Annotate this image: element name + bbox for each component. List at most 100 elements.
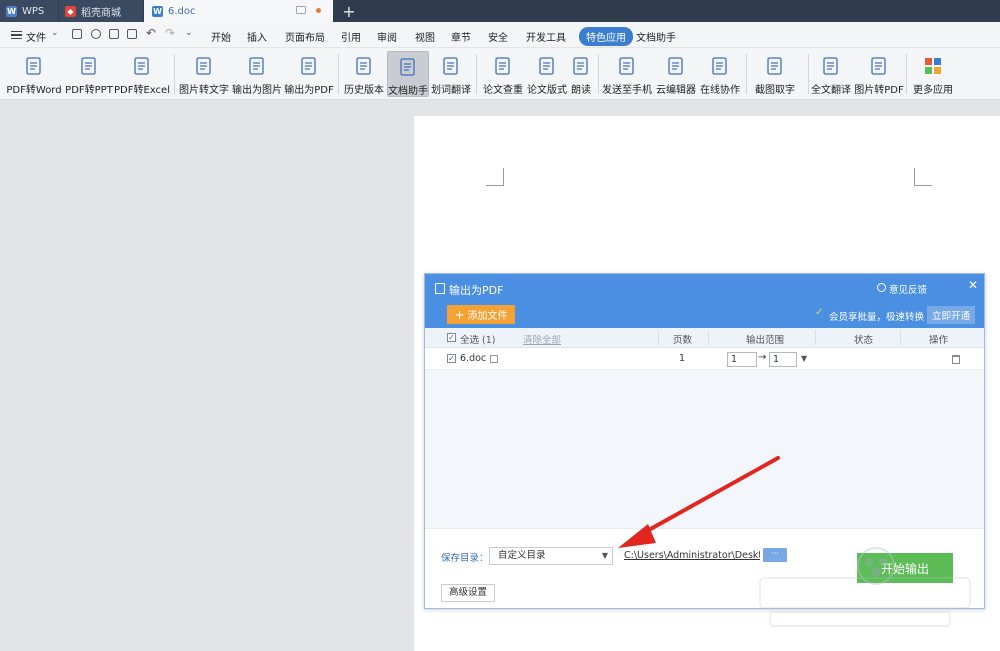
print-icon[interactable]: [109, 29, 119, 39]
open-vip-button[interactable]: 立即开通: [927, 306, 975, 324]
tab-docer-shop[interactable]: ◆ 稻壳商城: [59, 0, 143, 22]
ribbon-button-10[interactable]: 论文版式: [527, 51, 567, 97]
column-status: 状态: [854, 335, 874, 346]
hamburger-icon-mid: [11, 34, 22, 36]
range-from-input[interactable]: 1: [727, 352, 757, 367]
menu-bar: 文件 ⌄ ↶ ↷ ⌄ 开始 插入 页面布局 引用 审阅 视图 章节 安全 开发工具 特色应用 文档助…: [0, 22, 1000, 48]
tab-document[interactable]: W 6.doc: [144, 0, 333, 22]
menu-item-5[interactable]: 视图: [415, 29, 435, 44]
redo-icon[interactable]: ↷: [165, 26, 175, 40]
ribbon-separator: [476, 54, 477, 94]
column-divider: [658, 330, 659, 345]
rename-icon[interactable]: [490, 355, 498, 363]
ribbon-label-6: 历史版本: [344, 85, 384, 96]
ribbon-label-2: PDF转Excel: [114, 85, 170, 96]
save-dir-select[interactable]: 自定义目录 ▼: [489, 547, 613, 565]
ribbon-button-8[interactable]: 划词翻译: [431, 51, 471, 97]
menu-item-9[interactable]: 特色应用: [579, 27, 633, 46]
trash-icon[interactable]: [952, 355, 960, 364]
column-divider: [815, 330, 816, 345]
quick-access-dropdown-icon[interactable]: ⌄: [185, 28, 193, 38]
feedback-icon: [877, 283, 886, 292]
ribbon-button-6[interactable]: 历史版本: [344, 51, 384, 97]
select-all-checkbox[interactable]: ✓: [447, 333, 456, 342]
ribbon-button-9[interactable]: 论文查重: [483, 51, 523, 97]
start-export-button[interactable]: 开始输出: [857, 553, 953, 583]
ribbon-button-1[interactable]: PDF转PPT: [65, 51, 113, 97]
export-pdf-icon: [435, 283, 445, 294]
print-preview-icon[interactable]: [127, 29, 137, 39]
dialog-title: 输出为PDF: [449, 284, 504, 297]
word-doc-icon: W: [152, 5, 163, 17]
screenshot-ocr-icon: [765, 56, 785, 76]
select-all-label: 全选 (1): [460, 335, 496, 346]
ribbon-button-4[interactable]: 输出为图片: [232, 51, 282, 97]
format-painter-icon[interactable]: [91, 29, 101, 39]
ribbon-button-13[interactable]: 云编辑器: [655, 51, 697, 97]
ribbon-button-16[interactable]: 全文翻译: [810, 51, 852, 97]
full-translate-icon: [821, 56, 841, 76]
save-path-link[interactable]: C:\Users\Administrator\Desktop: [624, 548, 760, 564]
table-header: ✓ 全选 (1) 清除全部 页数 输出范围 状态 操作: [425, 328, 984, 348]
save-dir-value: 自定义目录: [498, 550, 546, 561]
menu-item-4[interactable]: 审阅: [377, 29, 397, 44]
arrow-right-icon: →: [758, 352, 767, 363]
tab-shop-label: 稻壳商城: [81, 7, 121, 19]
menu-item-2[interactable]: 页面布局: [285, 29, 325, 44]
menu-item-7[interactable]: 安全: [488, 29, 508, 44]
menu-item-10[interactable]: 文档助手: [636, 29, 676, 44]
add-file-button[interactable]: + 添加文件: [447, 305, 515, 324]
undo-icon[interactable]: ↶: [146, 26, 156, 40]
ribbon-button-11[interactable]: 朗读: [568, 51, 594, 97]
ribbon-label-15: 截图取字: [755, 85, 795, 96]
ribbon-separator: [174, 54, 175, 94]
chevron-down-icon[interactable]: ⌄: [51, 28, 59, 38]
ribbon-label-8: 划词翻译: [431, 85, 471, 96]
ribbon-label-1: PDF转PPT: [65, 85, 113, 96]
range-dropdown-icon[interactable]: ▼: [801, 354, 807, 363]
export-image-icon: [247, 56, 267, 76]
pdf-to-ppt-icon: [79, 56, 99, 76]
tab-wps[interactable]: W WPS: [0, 0, 58, 22]
ribbon-button-0[interactable]: PDF转Word: [6, 51, 62, 97]
close-icon[interactable]: ✕: [968, 278, 978, 292]
ribbon-button-17[interactable]: 图片转PDF: [854, 51, 904, 97]
pdf-to-word-icon: [24, 56, 44, 76]
more-apps-icon: [923, 56, 943, 76]
ribbon-label-16: 全文翻译: [811, 85, 851, 96]
ribbon-label-17: 图片转PDF: [854, 85, 904, 96]
menu-item-1[interactable]: 插入: [247, 29, 267, 44]
ribbon-button-15[interactable]: 截图取字: [751, 51, 799, 97]
feedback-link[interactable]: 意见反馈: [889, 282, 927, 296]
ribbon-button-18[interactable]: 更多应用: [913, 51, 953, 97]
ribbon-label-12: 发送至手机: [602, 85, 652, 96]
ribbon-button-5[interactable]: 输出为PDF: [284, 51, 334, 97]
menu-item-0[interactable]: 开始: [211, 29, 231, 44]
save-icon[interactable]: [72, 29, 82, 39]
menu-file[interactable]: 文件: [26, 29, 46, 44]
column-range: 输出范围: [746, 335, 785, 346]
ribbon-separator: [746, 54, 747, 94]
save-dir-label: 保存目录：: [441, 553, 489, 564]
menu-item-3[interactable]: 引用: [341, 29, 361, 44]
ribbon-label-14: 在线协作: [700, 85, 740, 96]
clear-all-link[interactable]: 清除全部: [523, 332, 561, 346]
ribbon-button-7[interactable]: 文档助手: [387, 51, 429, 97]
ribbon-button-2[interactable]: PDF转Excel: [114, 51, 170, 97]
row-checkbox[interactable]: ✓: [447, 354, 456, 363]
ribbon-button-14[interactable]: 在线协作: [700, 51, 740, 97]
browse-button[interactable]: ···: [763, 548, 787, 562]
tab-wps-label: WPS: [22, 5, 45, 17]
ribbon-button-3[interactable]: 图片转文字: [179, 51, 229, 97]
monitor-icon[interactable]: [296, 6, 306, 14]
menu-item-6[interactable]: 章节: [451, 29, 471, 44]
range-to-input[interactable]: 1: [769, 352, 797, 367]
advanced-settings-button[interactable]: 高级设置: [441, 584, 495, 602]
menu-item-8[interactable]: 开发工具: [526, 29, 566, 44]
ribbon-separator: [906, 54, 907, 94]
translate-icon: [441, 56, 461, 76]
new-tab-button[interactable]: +: [338, 0, 360, 22]
table-row[interactable]: ✓ 6.doc 1 1 → 1 ▼: [425, 348, 984, 370]
column-action: 操作: [929, 335, 949, 346]
ribbon-button-12[interactable]: 发送至手机: [602, 51, 652, 97]
